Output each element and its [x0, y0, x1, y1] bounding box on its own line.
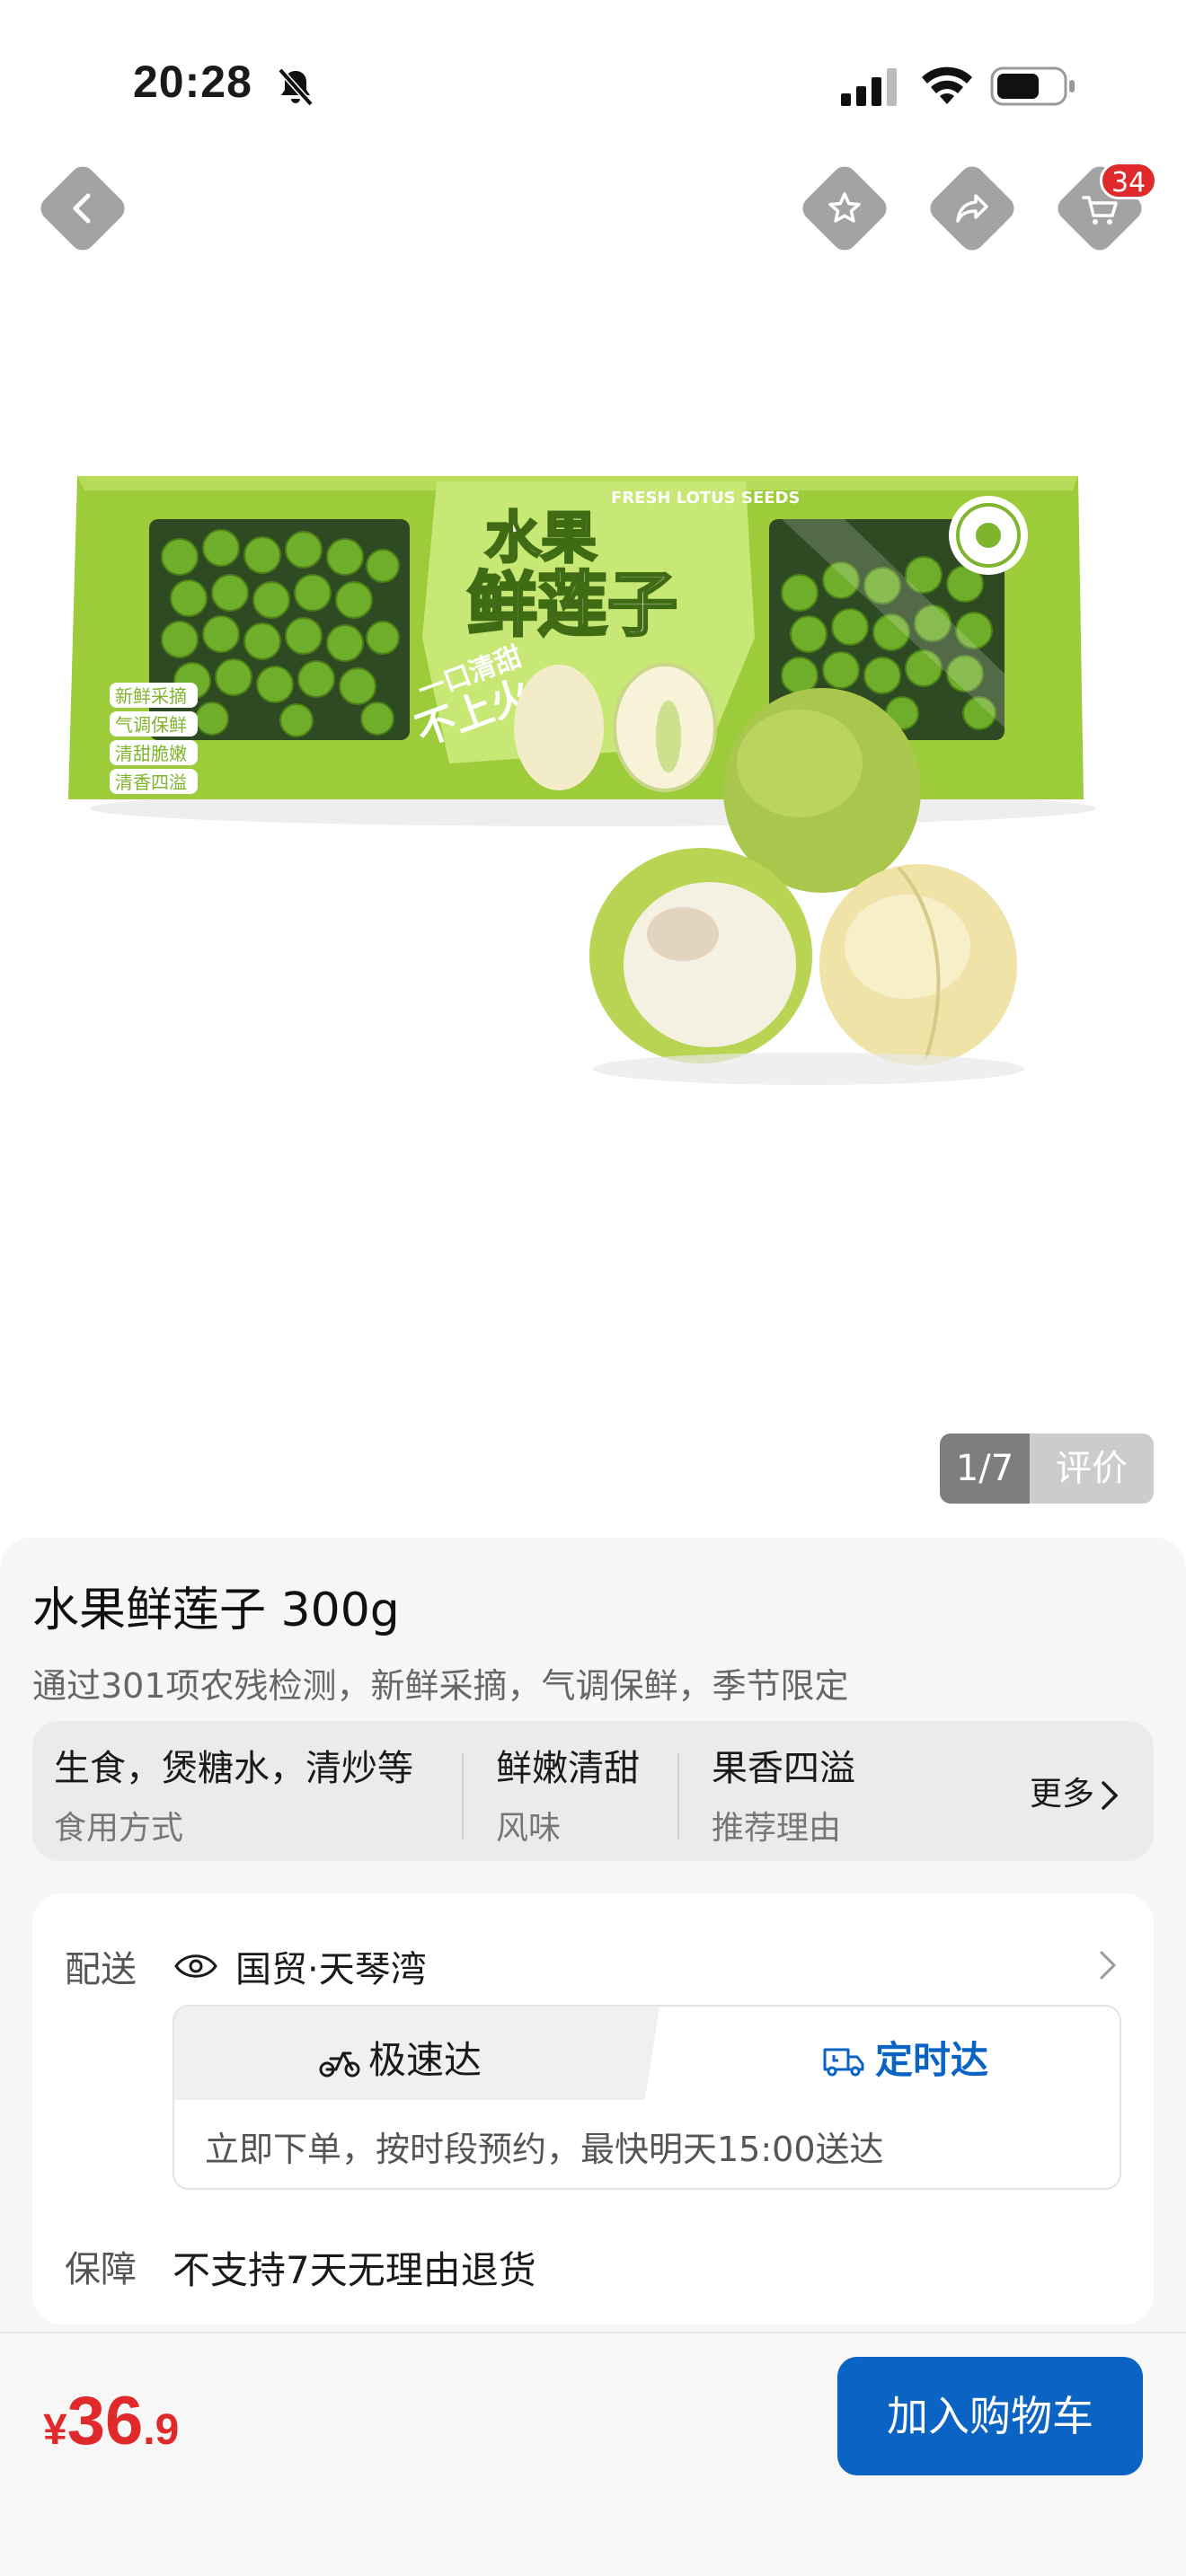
- attribute-key: 食用方式: [54, 1810, 184, 1847]
- status-time: 20:28: [133, 57, 252, 107]
- back-icon: [73, 193, 91, 224]
- share-button[interactable]: [925, 161, 1020, 256]
- status-bar: 20:28: [0, 0, 1186, 171]
- attribute-reason: 果香四溢 推荐理由: [712, 1739, 855, 1848]
- price-integer: 36: [66, 2383, 144, 2459]
- price: ¥36.9: [43, 2382, 179, 2460]
- bottom-action-bar: ¥36.9 加入购物车: [0, 2332, 1186, 2576]
- attribute-value: 鲜嫩清甜: [496, 1748, 640, 1789]
- delivery-address[interactable]: 国贸·天琴湾: [235, 1940, 427, 1992]
- package-en: FRESH LOTUS SEEDS: [611, 489, 800, 507]
- guarantee-text: 不支持7天无理由退货: [173, 2248, 536, 2292]
- more-label: 更多: [1030, 1776, 1095, 1813]
- attribute-key: 推荐理由: [712, 1810, 842, 1847]
- back-button[interactable]: [35, 161, 130, 256]
- reviews-tab[interactable]: 评价: [1030, 1434, 1154, 1504]
- product-photo: 水果 鲜莲子 FRESH LOTUS SEEDS 一口清甜 不上火 新鲜采摘 气…: [68, 476, 1096, 1085]
- share-icon: [956, 194, 988, 223]
- tab-scheduled-label: 定时达: [875, 2038, 989, 2082]
- product-subtitle: 通过301项农残检测，新鲜采摘，气调保鲜，季节限定: [32, 1666, 849, 1706]
- divider: [677, 1753, 679, 1839]
- wifi-icon: [922, 66, 972, 104]
- star-icon: [828, 192, 861, 223]
- package-tag: 气调保鲜: [115, 714, 187, 736]
- attribute-value: 果香四溢: [712, 1748, 855, 1789]
- tab-express[interactable]: 极速达: [318, 2030, 482, 2085]
- signal-icon: [841, 68, 897, 106]
- bell-off-icon: [278, 67, 314, 107]
- divider: [462, 1753, 464, 1839]
- price-symbol: ¥: [43, 2406, 67, 2454]
- attribute-value: 生食，煲糖水，清炒等: [54, 1748, 413, 1789]
- tab-scheduled[interactable]: 定时达: [821, 2030, 988, 2085]
- image-counter: 1/7: [940, 1434, 1030, 1504]
- cart-count-badge: 34: [1100, 162, 1158, 199]
- shipping-description: 立即下单，按时段预约，最快明天15:00送达: [205, 2130, 884, 2169]
- guarantee-label: 保障: [65, 2249, 137, 2290]
- favorite-button[interactable]: [797, 161, 892, 256]
- package-title-2: 鲜莲子: [467, 565, 677, 646]
- package-title: 水果: [485, 505, 597, 570]
- scooter-icon: [319, 2051, 360, 2078]
- package-tag: 新鲜采摘: [115, 685, 187, 707]
- shipping-options: 极速达 定时达 立即下单，按时段预约，最快明天15:00送达: [173, 2005, 1121, 2190]
- attribute-key: 风味: [496, 1810, 562, 1847]
- delivery-label: 配送: [65, 1949, 137, 1990]
- price-decimal: .9: [143, 2406, 180, 2454]
- truck-clock-icon: [823, 2048, 864, 2077]
- product-attributes[interactable]: 生食，煲糖水，清炒等 食用方式 鲜嫩清甜 风味 果香四溢 推荐理由 更多: [32, 1721, 1154, 1861]
- delivery-card: 配送 国贸·天琴湾 极速达 定时达 立即下单，按时段预约，最快明天15:00送达…: [32, 1893, 1154, 2325]
- product-image-gallery[interactable]: 水果 鲜莲子 FRESH LOTUS SEEDS 一口清甜 不上火 新鲜采摘 气…: [0, 171, 1186, 1536]
- attribute-usage: 生食，煲糖水，清炒等 食用方式: [54, 1739, 413, 1848]
- chevron-right-icon: [1102, 1781, 1119, 1810]
- tab-express-label: 极速达: [368, 2038, 482, 2082]
- product-title: 水果鲜莲子 300g: [32, 1584, 400, 1637]
- package-tag: 清甜脆嫩: [115, 743, 187, 764]
- add-to-cart-button[interactable]: 加入购物车: [837, 2357, 1143, 2475]
- more-attributes-link[interactable]: 更多: [1030, 1768, 1120, 1814]
- attribute-flavor: 鲜嫩清甜 风味: [496, 1739, 640, 1848]
- battery-icon: [990, 66, 1075, 106]
- package-tag: 清香四溢: [115, 772, 187, 793]
- chevron-right-icon[interactable]: [1096, 1947, 1120, 1983]
- eye-location-icon: [174, 1954, 217, 1978]
